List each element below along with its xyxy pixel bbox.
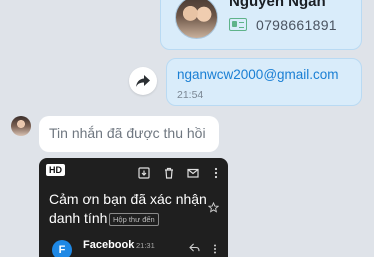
share-arrow-icon [136,75,150,87]
image-message-gmail-screenshot[interactable]: HD Cảm ơn bạn đã xác nhận danh tính Hộp … [39,158,228,257]
more-vertical-icon [214,167,218,179]
mail-icon [187,168,199,178]
recalled-message-text: Tin nhắn đã được thu hồi [49,125,206,141]
contact-avatar[interactable] [175,0,218,39]
trash-icon [165,167,173,179]
email-time: 21:31 [136,241,155,250]
sender-avatar[interactable] [11,116,31,136]
inbox-label-chip: Hộp thư đến [109,213,159,226]
more-vertical-icon [214,244,216,254]
recalled-message-bubble[interactable]: Tin nhắn đã được thu hồi [39,116,219,152]
contact-phone[interactable]: 0798661891 [256,17,337,33]
facebook-avatar: F [52,240,72,257]
id-card-icon [229,18,247,31]
reply-icon [189,243,200,252]
email-link[interactable]: nganwcw2000@gmail.com [177,67,339,82]
email-message-bubble[interactable]: nganwcw2000@gmail.com 21:54 [166,58,362,106]
contact-card-bubble[interactable]: Nguyen Ngan 0798661891 [160,0,362,50]
hd-badge: HD [46,164,65,176]
star-icon [208,202,219,213]
archive-icon [138,167,150,179]
message-time: 21:54 [177,89,204,101]
contact-name: Nguyen Ngan [229,0,326,9]
share-button[interactable] [129,67,157,95]
sender-name: Facebook [83,239,135,251]
